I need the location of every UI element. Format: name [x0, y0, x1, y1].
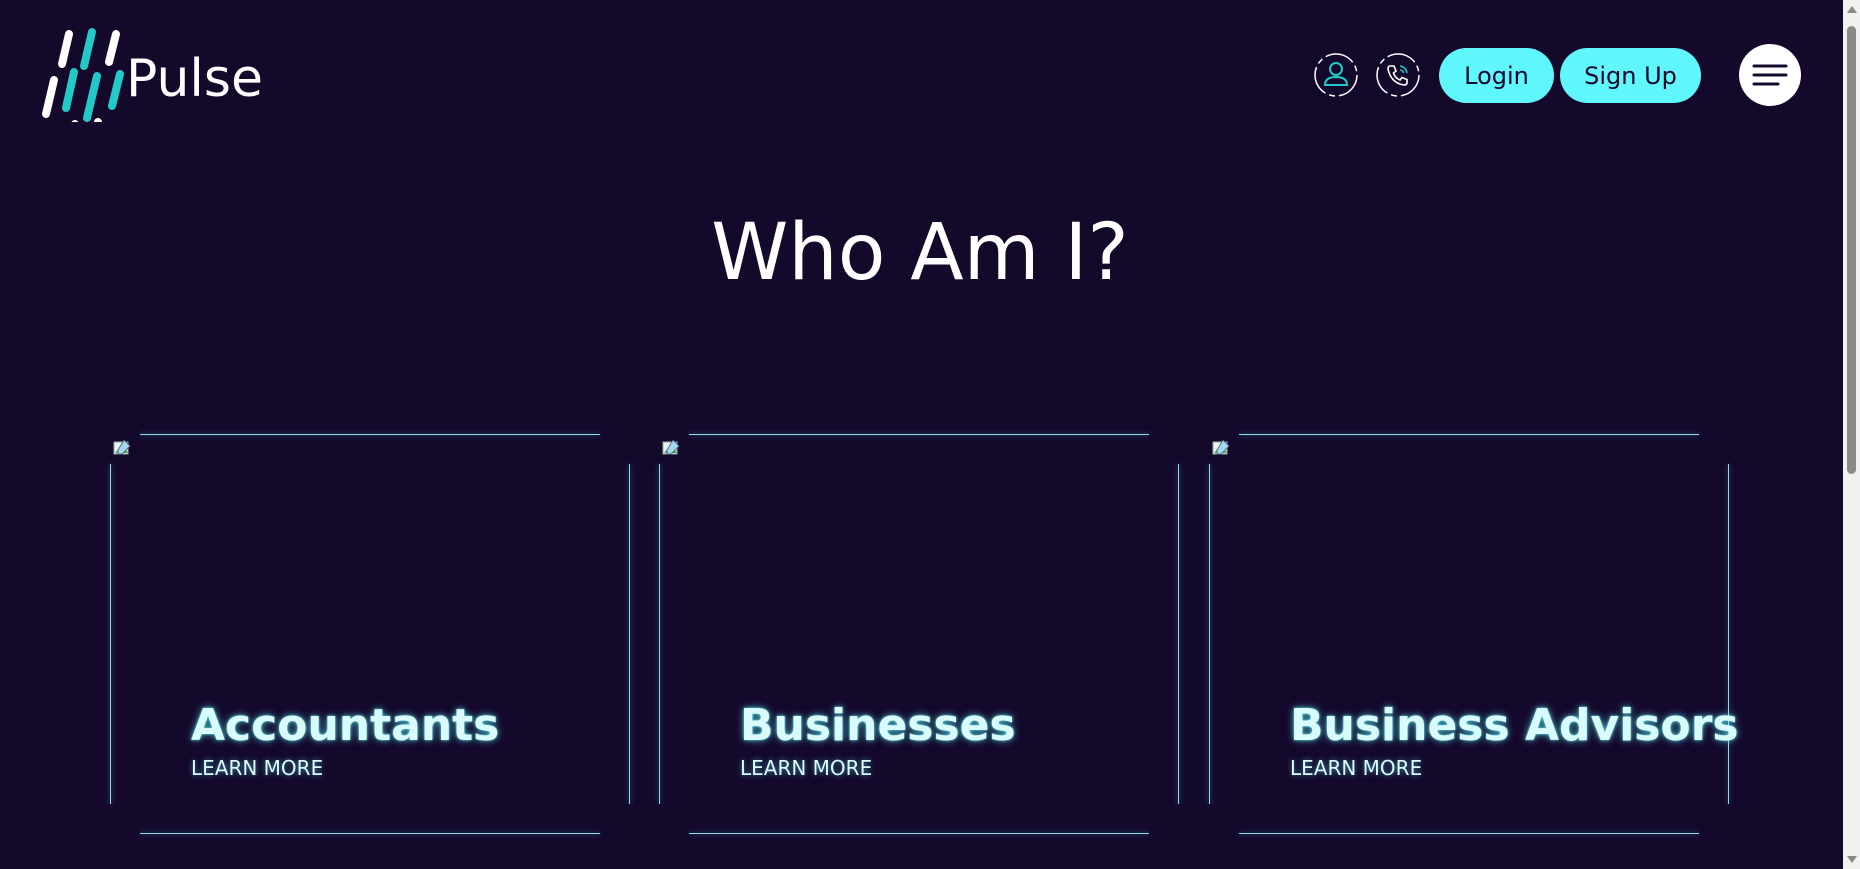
card-border-bottom: [689, 833, 1149, 834]
logo-text: Pulse: [126, 49, 263, 109]
card-border-right: [1178, 464, 1179, 804]
vertical-scrollbar[interactable]: [1843, 0, 1860, 869]
menu-button[interactable]: [1739, 44, 1801, 106]
scroll-down-arrow-icon[interactable]: [1847, 856, 1857, 863]
card-border-left: [659, 464, 660, 804]
signup-button[interactable]: Sign Up: [1560, 48, 1701, 103]
page: Pulse Login Sign Up Who Am I? Accountant…: [0, 0, 1860, 869]
card-title: Businesses: [740, 700, 1016, 751]
card-title: Accountants: [191, 700, 500, 751]
card-border-top: [1239, 434, 1699, 435]
scroll-up-arrow-icon[interactable]: [1847, 6, 1857, 13]
card-border-top: [689, 434, 1149, 435]
hamburger-menu-icon: [1752, 64, 1788, 86]
card-border-bottom: [140, 833, 600, 834]
scrollbar-thumb[interactable]: [1847, 26, 1856, 474]
pulse-logo[interactable]: Pulse: [40, 26, 290, 122]
page-title: Who Am I?: [711, 208, 1129, 298]
card-business-advisors[interactable]: Business Advisors LEARN MORE: [1209, 434, 1739, 834]
card-border-right: [629, 464, 630, 804]
learn-more-link[interactable]: LEARN MORE: [191, 756, 323, 780]
user-icon: [1314, 53, 1358, 97]
contact-button[interactable]: [1375, 52, 1421, 98]
broken-image-icon: [1212, 439, 1230, 455]
card-border-right: [1728, 464, 1729, 804]
pulse-logo-mark-icon: [42, 28, 124, 122]
phone-icon: [1376, 53, 1420, 97]
learn-more-link[interactable]: LEARN MORE: [1290, 756, 1422, 780]
card-title: Business Advisors: [1290, 700, 1739, 751]
login-button[interactable]: Login: [1439, 48, 1554, 103]
learn-more-link[interactable]: LEARN MORE: [740, 756, 872, 780]
card-border-left: [110, 464, 111, 804]
account-button[interactable]: [1313, 52, 1359, 98]
card-businesses[interactable]: Businesses LEARN MORE: [659, 434, 1179, 834]
broken-image-icon: [113, 439, 131, 455]
card-border-top: [140, 434, 600, 435]
card-accountants[interactable]: Accountants LEARN MORE: [110, 434, 630, 834]
card-border-bottom: [1239, 833, 1699, 834]
card-border-left: [1209, 464, 1210, 804]
broken-image-icon: [662, 439, 680, 455]
